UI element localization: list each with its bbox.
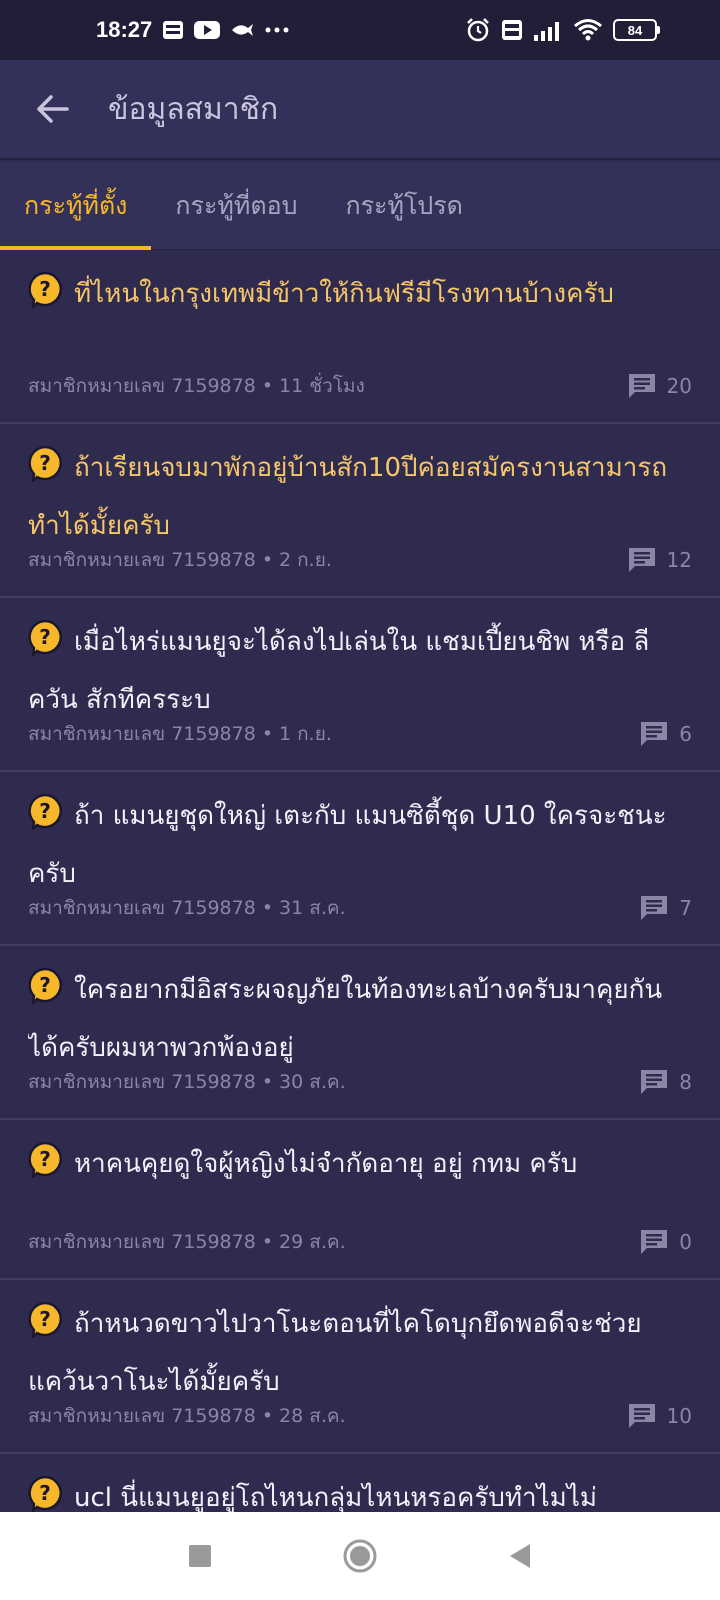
comment-icon (628, 548, 655, 572)
question-icon: ? (28, 1475, 62, 1512)
question-icon: ? (28, 793, 62, 848)
topic-author: สมาชิกหมายเลข 7159878 (28, 723, 256, 745)
topic-title: ใครอยากมีอิสระผจญภัยในท้องทะเลบ้างครับมา… (28, 975, 663, 1063)
topic-title: หาคนคุยดูใจผู้หญิงไม่จำกัดอายุ อยู่ กทม … (74, 1149, 578, 1179)
topic-item[interactable]: ? ใครอยากมีอิสระผจญภัยในท้องทะเลบ้างครับม… (0, 946, 720, 1120)
battery-level: 84 (613, 19, 657, 41)
comment-count: 0 (679, 1230, 692, 1254)
webtoon-icon (162, 19, 184, 41)
tab-favorite-topics[interactable]: กระทู้โปรด (321, 162, 486, 250)
status-time: 18:27 (96, 17, 153, 42)
tab-created-topics[interactable]: กระทู้ที่ตั้ง (0, 162, 152, 250)
topic-item[interactable]: ? ถ้า แมนยูชุดใหญ่ เตะกับ แมนซิตี้ชุด U10… (0, 772, 720, 946)
topic-author: สมาชิกหมายเลข 7159878 (28, 897, 256, 919)
svg-text:?: ? (39, 799, 51, 823)
back-nav-button[interactable] (440, 1512, 600, 1600)
circle-icon (343, 1539, 377, 1573)
topic-title: ถ้าหนวดขาวไปวาโนะตอนที่ไคโดบุกยึดพอดีจะช… (28, 1309, 642, 1397)
topic-time: 11 ชั่วโมง (279, 375, 365, 397)
comment-icon (628, 1404, 655, 1428)
svg-text:?: ? (39, 451, 51, 475)
status-bar: 18:27 84 (0, 0, 720, 60)
topic-title: ucl นี่แมนยูอยู่โถไหนกลุ่มไหนหรอครับทำไม… (74, 1483, 598, 1512)
comment-count: 20 (666, 374, 692, 398)
topic-author: สมาชิกหมายเลข 7159878 (28, 1071, 256, 1093)
topic-author: สมาชิกหมายเลข 7159878 (28, 1405, 256, 1427)
app-bar: ข้อมูลสมาชิก (0, 60, 720, 160)
comment-icon (641, 896, 668, 920)
comment-icon (641, 1070, 668, 1094)
svg-text:?: ? (39, 1481, 51, 1505)
tab-replied-topics[interactable]: กระทู้ที่ตอบ (151, 162, 321, 250)
topic-time: 30 ส.ค. (279, 1071, 346, 1093)
topic-time: 31 ส.ค. (279, 897, 346, 919)
home-button[interactable] (280, 1512, 440, 1600)
wifi-icon (573, 18, 603, 42)
tab-bar: กระทู้ที่ตั้ง กระทู้ที่ตอบ กระทู้โปรด (0, 162, 720, 250)
topic-item[interactable]: ? เมื่อไหร่แมนยูจะได้ลงไปเล่นใน แชมเปี้ยน… (0, 598, 720, 772)
signal-icon (533, 19, 563, 41)
topic-author: สมาชิกหมายเลข 7159878 (28, 1231, 256, 1253)
alarm-icon (465, 17, 491, 43)
youtube-icon (194, 20, 221, 40)
comment-count: 10 (666, 1404, 692, 1428)
svg-text:?: ? (39, 1307, 51, 1331)
svg-text:?: ? (39, 625, 51, 649)
question-icon: ? (28, 445, 62, 500)
topic-item[interactable]: ? หาคนคุยดูใจผู้หญิงไม่จำกัดอายุ อยู่ กทม… (0, 1120, 720, 1280)
comment-count: 7 (679, 896, 692, 920)
triangle-back-icon (510, 1544, 530, 1568)
square-icon (189, 1545, 211, 1567)
topic-title: ถ้า แมนยูชุดใหญ่ เตะกับ แมนซิตี้ชุด U10 … (28, 801, 667, 889)
more-icon (264, 26, 290, 34)
topic-item[interactable]: ? ถ้าเรียนจบมาพักอยู่บ้านสัก10ปีค่อยสมัคร… (0, 424, 720, 598)
fish-icon (230, 22, 254, 38)
page-title: ข้อมูลสมาชิก (108, 91, 279, 127)
topic-item[interactable]: ? ที่ไหนในกรุงเทพมีข้าวให้กินฟรีมีโรงทานบ… (0, 250, 720, 424)
system-nav-bar (0, 1512, 720, 1600)
comment-icon (641, 722, 668, 746)
topic-title: เมื่อไหร่แมนยูจะได้ลงไปเล่นใน แชมเปี้ยนช… (28, 627, 650, 715)
back-button[interactable] (24, 81, 80, 137)
volte-icon (501, 19, 523, 41)
topic-time: 29 ส.ค. (279, 1231, 346, 1253)
question-icon: ? (28, 1141, 62, 1196)
svg-text:?: ? (39, 1147, 51, 1171)
svg-text:?: ? (39, 973, 51, 997)
topic-item[interactable]: ? ถ้าหนวดขาวไปวาโนะตอนที่ไคโดบุกยึดพอดีจะ… (0, 1280, 720, 1454)
topic-author: สมาชิกหมายเลข 7159878 (28, 375, 256, 397)
topic-time: 28 ส.ค. (279, 1405, 346, 1427)
topic-title: ที่ไหนในกรุงเทพมีข้าวให้กินฟรีมีโรงทานบ้… (74, 279, 614, 309)
recents-button[interactable] (120, 1512, 280, 1600)
topic-author: สมาชิกหมายเลข 7159878 (28, 549, 256, 571)
comment-icon (641, 1230, 668, 1254)
question-icon: ? (28, 619, 62, 674)
topic-item[interactable]: ? ucl นี่แมนยูอยู่โถไหนกลุ่มไหนหรอครับทำไ… (0, 1454, 720, 1512)
topic-time: 2 ก.ย. (279, 549, 332, 571)
comment-icon (628, 374, 655, 398)
question-icon: ? (28, 967, 62, 1022)
topic-list: ? ที่ไหนในกรุงเทพมีข้าวให้กินฟรีมีโรงทานบ… (0, 250, 720, 1512)
question-icon: ? (28, 1301, 62, 1356)
question-icon: ? (28, 271, 62, 326)
arrow-left-icon (37, 95, 69, 123)
topic-title: ถ้าเรียนจบมาพักอยู่บ้านสัก10ปีค่อยสมัครง… (28, 453, 668, 541)
svg-text:?: ? (39, 277, 51, 301)
comment-count: 12 (666, 548, 692, 572)
battery-icon: 84 (613, 19, 660, 41)
topic-time: 1 ก.ย. (279, 723, 332, 745)
comment-count: 8 (679, 1070, 692, 1094)
comment-count: 6 (679, 722, 692, 746)
